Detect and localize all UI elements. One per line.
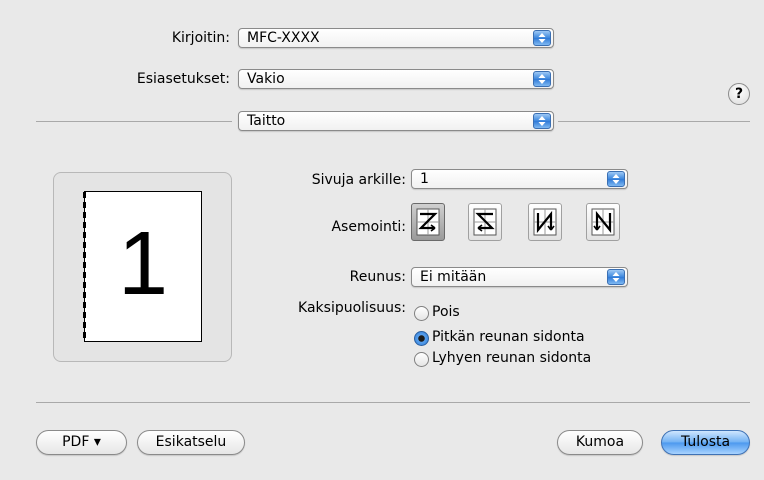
printer-popup[interactable]: MFC-XXXX bbox=[238, 28, 554, 48]
border-value: Ei mitään bbox=[420, 269, 487, 285]
radio-button-selected[interactable] bbox=[414, 331, 429, 346]
layout-direction-label: Asemointi: bbox=[331, 219, 406, 235]
preview-button[interactable]: Esikatselu bbox=[137, 430, 245, 455]
duplex-option-label: Lyhyen reunan sidonta bbox=[432, 350, 592, 366]
print-button[interactable]: Tulosta bbox=[661, 430, 750, 455]
chevron-updown-icon bbox=[533, 71, 551, 87]
radio-button[interactable] bbox=[414, 352, 429, 367]
pages-per-sheet-label: Sivuja arkille: bbox=[311, 172, 406, 188]
help-button[interactable]: ? bbox=[728, 83, 750, 105]
chevron-updown-icon bbox=[533, 30, 551, 46]
border-popup[interactable]: Ei mitään bbox=[411, 267, 628, 287]
presets-value: Vakio bbox=[247, 71, 285, 87]
preview-page-number: 1 bbox=[117, 214, 169, 314]
panel-value: Taitto bbox=[247, 113, 286, 129]
layout-z-button[interactable] bbox=[411, 203, 445, 241]
layout-reverse-z-button[interactable] bbox=[468, 203, 502, 241]
radio-button[interactable] bbox=[414, 306, 429, 321]
chevron-updown-icon bbox=[607, 269, 625, 285]
preview-page: 1 bbox=[83, 191, 202, 342]
border-label: Reunus: bbox=[349, 269, 406, 285]
duplex-option-label: Pois bbox=[432, 304, 460, 320]
reverse-z-icon bbox=[473, 208, 497, 236]
cancel-button[interactable]: Kumoa bbox=[557, 430, 643, 455]
pages-per-sheet-popup[interactable]: 1 bbox=[411, 169, 628, 189]
chevron-updown-icon bbox=[533, 113, 551, 129]
printer-label: Kirjoitin: bbox=[171, 30, 230, 46]
pages-per-sheet-value: 1 bbox=[420, 171, 429, 187]
presets-popup[interactable]: Vakio bbox=[238, 69, 554, 89]
reverse-n-icon bbox=[591, 208, 615, 236]
presets-label: Esiasetukset: bbox=[136, 71, 230, 87]
n-top-bottom-icon bbox=[533, 208, 557, 236]
separator-left bbox=[36, 121, 232, 122]
panel-popup[interactable]: Taitto bbox=[238, 111, 554, 131]
printer-value: MFC-XXXX bbox=[247, 30, 320, 46]
bottom-separator bbox=[36, 402, 750, 403]
z-left-right-icon bbox=[416, 208, 440, 236]
duplex-label: Kaksipuolisuus: bbox=[298, 300, 406, 316]
chevron-updown-icon bbox=[607, 171, 625, 187]
pdf-menu-button[interactable]: PDF ▾ bbox=[36, 430, 127, 455]
separator-right bbox=[558, 121, 750, 122]
duplex-option-label: Pitkän reunan sidonta bbox=[432, 329, 585, 345]
layout-n-button[interactable] bbox=[528, 203, 562, 241]
layout-reverse-n-button[interactable] bbox=[586, 203, 620, 241]
